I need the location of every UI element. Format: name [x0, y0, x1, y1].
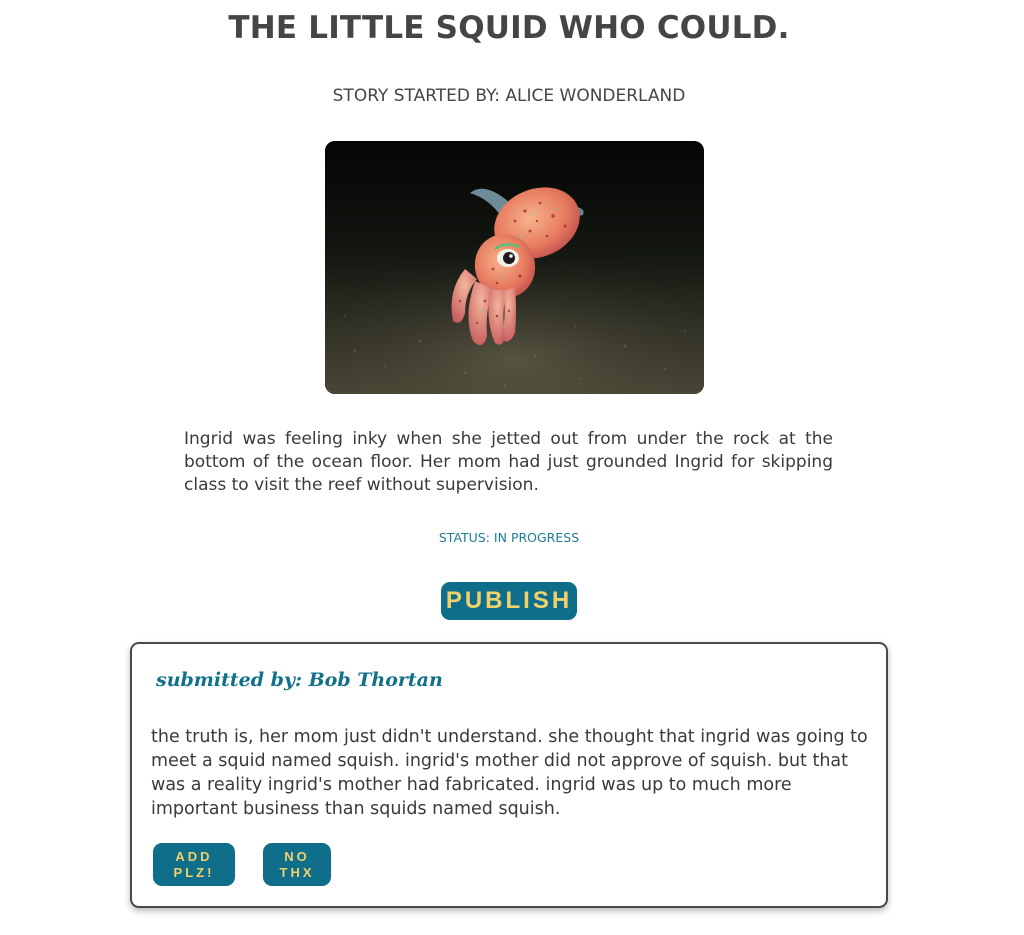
reject-submission-button[interactable]: NO THX — [263, 843, 331, 886]
submission-author: submitted by: Bob Thortan — [156, 669, 443, 691]
page-title: THE LITTLE SQUID WHO COULD. — [228, 10, 790, 46]
add-button-label-line2: PLZ! — [173, 864, 215, 880]
story-byline: STORY STARTED BY: ALICE WONDERLAND — [332, 86, 686, 106]
reject-button-label-line1: NO — [284, 848, 310, 864]
publish-button[interactable]: PUBLISH — [441, 582, 577, 620]
add-button-label-line1: ADD — [175, 848, 213, 864]
reject-button-label-line2: THX — [279, 864, 315, 880]
add-submission-button[interactable]: ADD PLZ! — [153, 843, 235, 886]
submission-card: submitted by: Bob Thortan the truth is, … — [130, 642, 888, 908]
submission-text: the truth is, her mom just didn't unders… — [151, 727, 868, 819]
story-body: Ingrid was feeling inky when she jetted … — [184, 429, 833, 495]
status-badge: STATUS: IN PROGRESS — [438, 530, 580, 545]
story-image — [325, 141, 704, 394]
squid-photo — [325, 141, 704, 394]
